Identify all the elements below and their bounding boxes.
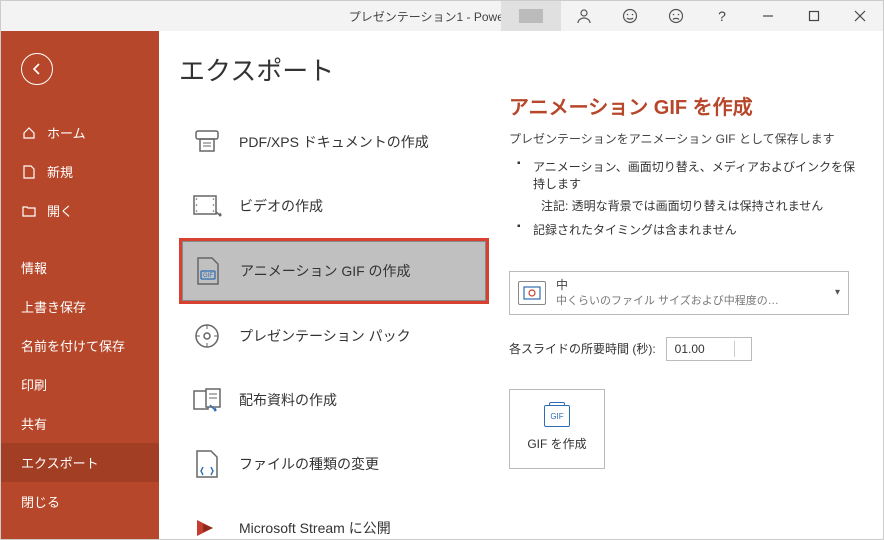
duration-value: 01.00 (675, 342, 705, 356)
nav-label: 閉じる (21, 492, 60, 511)
close-button[interactable] (837, 1, 883, 31)
export-filetype[interactable]: ファイルの種類の変更 (179, 432, 489, 496)
help-button[interactable]: ? (699, 1, 745, 31)
panel-title: アニメーション GIF を作成 (509, 91, 863, 120)
svg-text:GIF: GIF (203, 273, 213, 279)
gif-icon: GIF (192, 255, 224, 287)
export-item-label: Microsoft Stream に公開 (239, 518, 391, 538)
stream-icon (191, 512, 223, 539)
panel-bullets: アニメーション、画面切り替え、メディアおよびインクを保持します (509, 155, 863, 195)
package-icon (191, 320, 223, 352)
open-icon (21, 203, 37, 219)
frown-icon[interactable] (653, 1, 699, 31)
quality-dropdown[interactable]: 中 中くらいのファイル サイズおよび中程度の… ▾ (509, 271, 849, 315)
export-list-column: エクスポート PDF/XPS ドキュメントの作成 ビデオの作成 GIF アニメー… (159, 31, 499, 539)
nav-new[interactable]: 新規 (1, 152, 159, 191)
nav-home[interactable]: ホーム (1, 113, 159, 152)
export-item-label: ビデオの作成 (239, 196, 323, 216)
quality-icon (518, 281, 546, 305)
export-gif[interactable]: GIF アニメーション GIF の作成 (179, 238, 489, 304)
quality-text: 中 中くらいのファイル サイズおよび中程度の… (556, 278, 825, 308)
backstage-sidebar: ホーム 新規 開く 情報 上書き保存 名前を付けて保存 印刷 共有 エクスポート… (1, 31, 159, 539)
user-icon[interactable] (561, 1, 607, 31)
nav-label: エクスポート (21, 453, 99, 472)
minimize-button[interactable] (745, 1, 791, 31)
nav-label: ホーム (47, 123, 86, 142)
export-item-label: 配布資料の作成 (239, 390, 337, 410)
filetype-icon (191, 448, 223, 480)
account-button[interactable] (501, 1, 561, 31)
export-item-label: プレゼンテーション パック (239, 326, 411, 346)
nav-label: 開く (47, 201, 73, 220)
titlebar: プレゼンテーション1 - PowerPoint ? (1, 1, 883, 31)
export-handout[interactable]: 配布資料の作成 (179, 368, 489, 432)
nav-label: 新規 (47, 162, 73, 181)
panel-subtitle: プレゼンテーションをアニメーション GIF として保存します (509, 130, 863, 147)
chevron-down-icon: ▾ (835, 287, 840, 298)
nav-share[interactable]: 共有 (1, 404, 159, 443)
nav-label: 印刷 (21, 375, 47, 394)
export-detail-column: アニメーション GIF を作成 プレゼンテーションをアニメーション GIF とし… (499, 31, 883, 539)
quality-desc: 中くらいのファイル サイズおよび中程度の… (556, 294, 825, 308)
nav-close[interactable]: 閉じる (1, 482, 159, 521)
nav-export[interactable]: エクスポート (1, 443, 159, 482)
panel-bullets: 記録されたタイミングは含まれません (509, 218, 863, 241)
back-button[interactable] (21, 53, 53, 85)
export-package[interactable]: プレゼンテーション パック (179, 304, 489, 368)
app-window: プレゼンテーション1 - PowerPoint ? ホーム 新規 (0, 0, 884, 540)
export-item-label: ファイルの種類の変更 (239, 454, 379, 474)
duration-label: 各スライドの所要時間 (秒): (509, 340, 656, 357)
body: ホーム 新規 開く 情報 上書き保存 名前を付けて保存 印刷 共有 エクスポート… (1, 31, 883, 539)
smile-icon[interactable] (607, 1, 653, 31)
bullet-item: 記録されたタイミングは含まれません (517, 218, 863, 241)
gif-file-icon: GIF (544, 405, 570, 427)
nav-label: 名前を付けて保存 (21, 336, 125, 355)
nav-label: 上書き保存 (21, 297, 86, 316)
export-item-label: PDF/XPS ドキュメントの作成 (239, 132, 429, 152)
nav-print[interactable]: 印刷 (1, 365, 159, 404)
export-pdf[interactable]: PDF/XPS ドキュメントの作成 (179, 110, 489, 174)
nav-open[interactable]: 開く (1, 191, 159, 230)
nav-label: 情報 (21, 258, 47, 277)
duration-input[interactable]: 01.00 (666, 337, 752, 361)
bullet-item: アニメーション、画面切り替え、メディアおよびインクを保持します (517, 155, 863, 195)
new-icon (21, 164, 37, 180)
panel-note: 注記: 透明な背景では画面切り替えは保持されません (509, 197, 863, 214)
titlebar-right: ? (501, 1, 883, 31)
nav-info[interactable]: 情報 (1, 248, 159, 287)
nav-saveas[interactable]: 名前を付けて保存 (1, 326, 159, 365)
pdf-icon (191, 126, 223, 158)
export-item-label: アニメーション GIF の作成 (240, 261, 411, 281)
duration-row: 各スライドの所要時間 (秒): 01.00 (509, 337, 863, 361)
page-title: エクスポート (179, 51, 489, 88)
create-label: GIF を作成 (527, 435, 586, 452)
nav-label: 共有 (21, 414, 47, 433)
export-stream[interactable]: Microsoft Stream に公開 (179, 496, 489, 539)
create-gif-button[interactable]: GIF GIF を作成 (509, 389, 605, 469)
main-area: エクスポート PDF/XPS ドキュメントの作成 ビデオの作成 GIF アニメー… (159, 31, 883, 539)
home-icon (21, 125, 37, 141)
export-video[interactable]: ビデオの作成 (179, 174, 489, 238)
handout-icon (191, 384, 223, 416)
nav-save[interactable]: 上書き保存 (1, 287, 159, 326)
quality-label: 中 (556, 278, 825, 294)
video-icon (191, 190, 223, 222)
maximize-button[interactable] (791, 1, 837, 31)
